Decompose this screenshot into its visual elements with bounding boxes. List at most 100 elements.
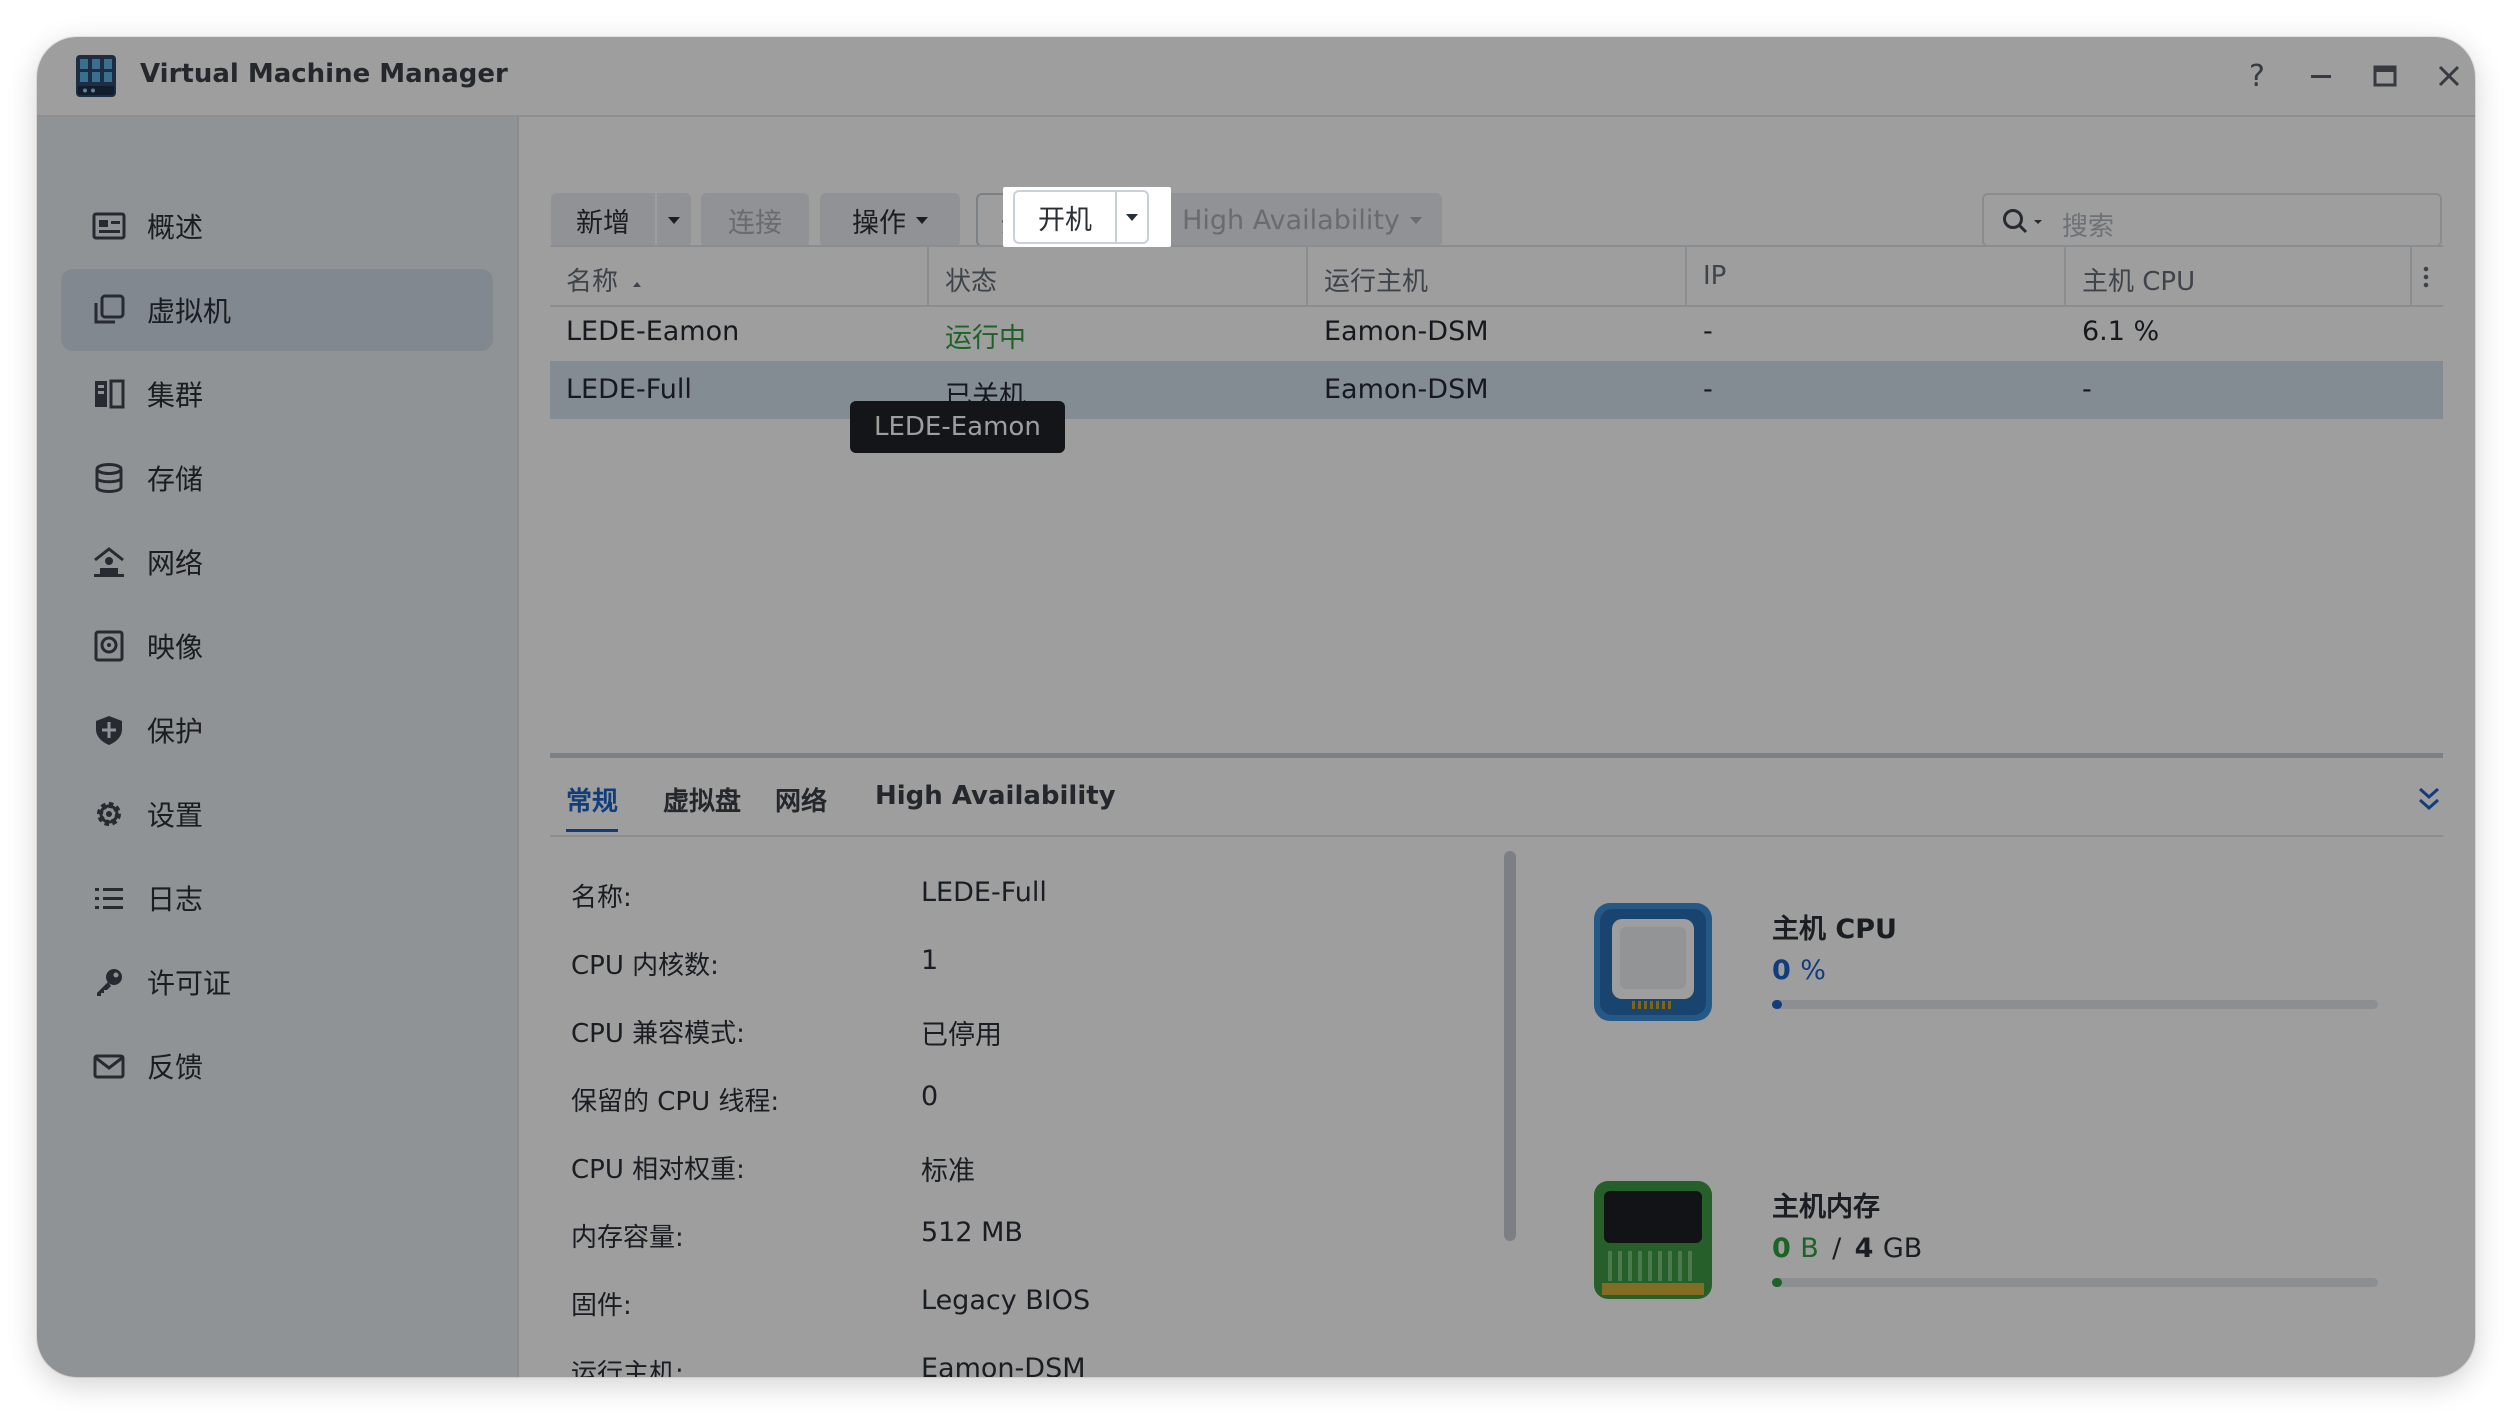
chevron-down-icon [916, 216, 928, 224]
host-memory-total-unit: GB [1882, 1233, 1923, 1264]
power-on-highlight: 开机 [1003, 187, 1171, 247]
minimize-button[interactable] [2294, 49, 2348, 103]
sidebar-item-label: 概述 [147, 211, 204, 244]
search-input[interactable]: 搜索 [1982, 193, 2442, 247]
image-icon [89, 626, 129, 666]
host-memory-separator: / [1832, 1233, 1842, 1264]
high-availability-button[interactable]: High Availability [1162, 193, 1442, 247]
sidebar-item-feedback[interactable]: 反馈 [61, 1025, 493, 1107]
name-tooltip: LEDE-Eamon [850, 401, 1065, 453]
sidebar-item-label: 日志 [147, 883, 204, 916]
tab-high-availability[interactable]: High Availability [875, 781, 1116, 811]
shield-icon [89, 710, 129, 750]
column-header-ip[interactable]: IP [1703, 261, 1726, 291]
sidebar-item-network[interactable]: 网络 [61, 521, 493, 603]
detail-value: 标准 [921, 1156, 975, 1187]
action-button[interactable]: 操作 [820, 193, 960, 247]
host-memory-title: 主机内存 [1772, 1192, 1880, 1223]
detail-label: 名称: [571, 883, 632, 913]
vmm-app-icon [76, 55, 116, 97]
list-icon [89, 878, 129, 918]
column-divider [2064, 247, 2066, 305]
create-button[interactable]: 新增 [551, 193, 655, 247]
sidebar-item-label: 许可证 [147, 967, 232, 1000]
tab-virtual-disk[interactable]: 虚拟盘 [663, 781, 741, 818]
power-on-dropdown-highlighted[interactable] [1117, 190, 1149, 244]
minimize-icon [2311, 75, 2331, 78]
column-divider [2410, 247, 2412, 305]
overview-icon [89, 206, 129, 246]
host-memory-total: 4 [1854, 1233, 1874, 1264]
column-divider [927, 247, 929, 305]
detail-label: 运行主机: [571, 1359, 684, 1377]
column-header-status[interactable]: 状态 [945, 261, 997, 298]
create-dropdown-button[interactable] [657, 193, 691, 247]
cluster-icon [89, 374, 129, 414]
sidebar-item-label: 设置 [147, 799, 204, 832]
host-cpu-value: 0 [1772, 955, 1791, 986]
sidebar-item-storage[interactable]: 存储 [61, 437, 493, 519]
cell-ip: - [1703, 374, 1713, 405]
sidebar-item-image[interactable]: 映像 [61, 605, 493, 687]
close-icon [2438, 65, 2460, 87]
cell-name: LEDE-Eamon [566, 316, 740, 347]
maximize-button[interactable] [2358, 49, 2412, 103]
detail-tabs: 常规 虚拟盘 网络 High Availability [550, 773, 2443, 837]
detail-value: 已停用 [921, 1020, 1002, 1051]
close-button[interactable] [2422, 49, 2475, 103]
cell-status: 运行中 [945, 323, 1026, 354]
maximize-icon [2373, 65, 2397, 87]
sidebar-item-log[interactable]: 日志 [61, 857, 493, 939]
help-button[interactable]: ? [2230, 49, 2284, 103]
gear-icon [89, 794, 129, 834]
column-header-host-cpu[interactable]: 主机 CPU [2082, 261, 2195, 298]
detail-label: CPU 内核数: [571, 951, 719, 981]
sidebar-item-label: 存储 [147, 463, 204, 496]
cell-host-cpu: - [2082, 374, 2092, 405]
host-memory-progress [1772, 1278, 2378, 1287]
host-cpu-progress-fill [1772, 1000, 1782, 1009]
column-header-host[interactable]: 运行主机 [1324, 261, 1428, 298]
pane-splitter[interactable] [550, 753, 2443, 758]
sidebar: 概述 虚拟机 集群 存储 网络 映像 保护 设置 日志 许可证 反馈 [37, 117, 519, 1377]
column-header-name[interactable]: 名称 [566, 261, 644, 298]
details-scrollbar[interactable] [1504, 851, 1516, 1241]
sidebar-item-settings[interactable]: 设置 [61, 773, 493, 855]
table-row[interactable]: LEDE-Full 已关机 Eamon-DSM - - [550, 361, 2443, 419]
sidebar-item-license[interactable]: 许可证 [61, 941, 493, 1023]
sidebar-item-label: 保护 [147, 715, 204, 748]
tab-network[interactable]: 网络 [775, 781, 827, 818]
sidebar-item-label: 网络 [147, 547, 204, 580]
power-on-button-highlighted[interactable]: 开机 [1013, 190, 1117, 244]
column-divider [1306, 247, 1308, 305]
host-memory-used: 0 [1772, 1233, 1791, 1264]
chevron-down-icon [1409, 216, 1422, 224]
host-memory-used-unit: B [1800, 1233, 1819, 1264]
collapse-panel-icon[interactable] [2416, 785, 2442, 815]
detail-value: 1 [921, 945, 939, 976]
cell-host: Eamon-DSM [1324, 316, 1489, 347]
detail-label: 内存容量: [571, 1223, 684, 1253]
app-window: Virtual Machine Manager ? 概述 虚拟机 集群 存储 网… [37, 37, 2475, 1377]
cpu-chip-icon [1594, 903, 1712, 1021]
cell-host: Eamon-DSM [1324, 374, 1489, 405]
sidebar-item-label: 集群 [147, 379, 204, 412]
detail-label: CPU 相对权重: [571, 1155, 745, 1185]
tab-general[interactable]: 常规 [566, 781, 619, 832]
sidebar-item-protection[interactable]: 保护 [61, 689, 493, 771]
mail-icon [89, 1046, 129, 1086]
table-row[interactable]: LEDE-Eamon 运行中 Eamon-DSM - 6.1 % [550, 303, 2443, 361]
detail-label: 固件: [571, 1291, 632, 1321]
host-cpu-unit: % [1800, 955, 1826, 986]
sidebar-item-virtual-machine[interactable]: 虚拟机 [61, 269, 493, 351]
cell-ip: - [1703, 316, 1713, 347]
search-icon [2003, 209, 2042, 234]
host-memory-progress-fill [1772, 1278, 1782, 1287]
column-menu-icon[interactable] [2418, 264, 2434, 290]
sidebar-item-cluster[interactable]: 集群 [61, 353, 493, 435]
detail-label: CPU 兼容模式: [571, 1019, 745, 1049]
connect-button[interactable]: 连接 [701, 193, 809, 247]
window-title: Virtual Machine Manager [140, 59, 508, 89]
sidebar-item-overview[interactable]: 概述 [61, 185, 493, 267]
action-button-label: 操作 [852, 207, 906, 239]
